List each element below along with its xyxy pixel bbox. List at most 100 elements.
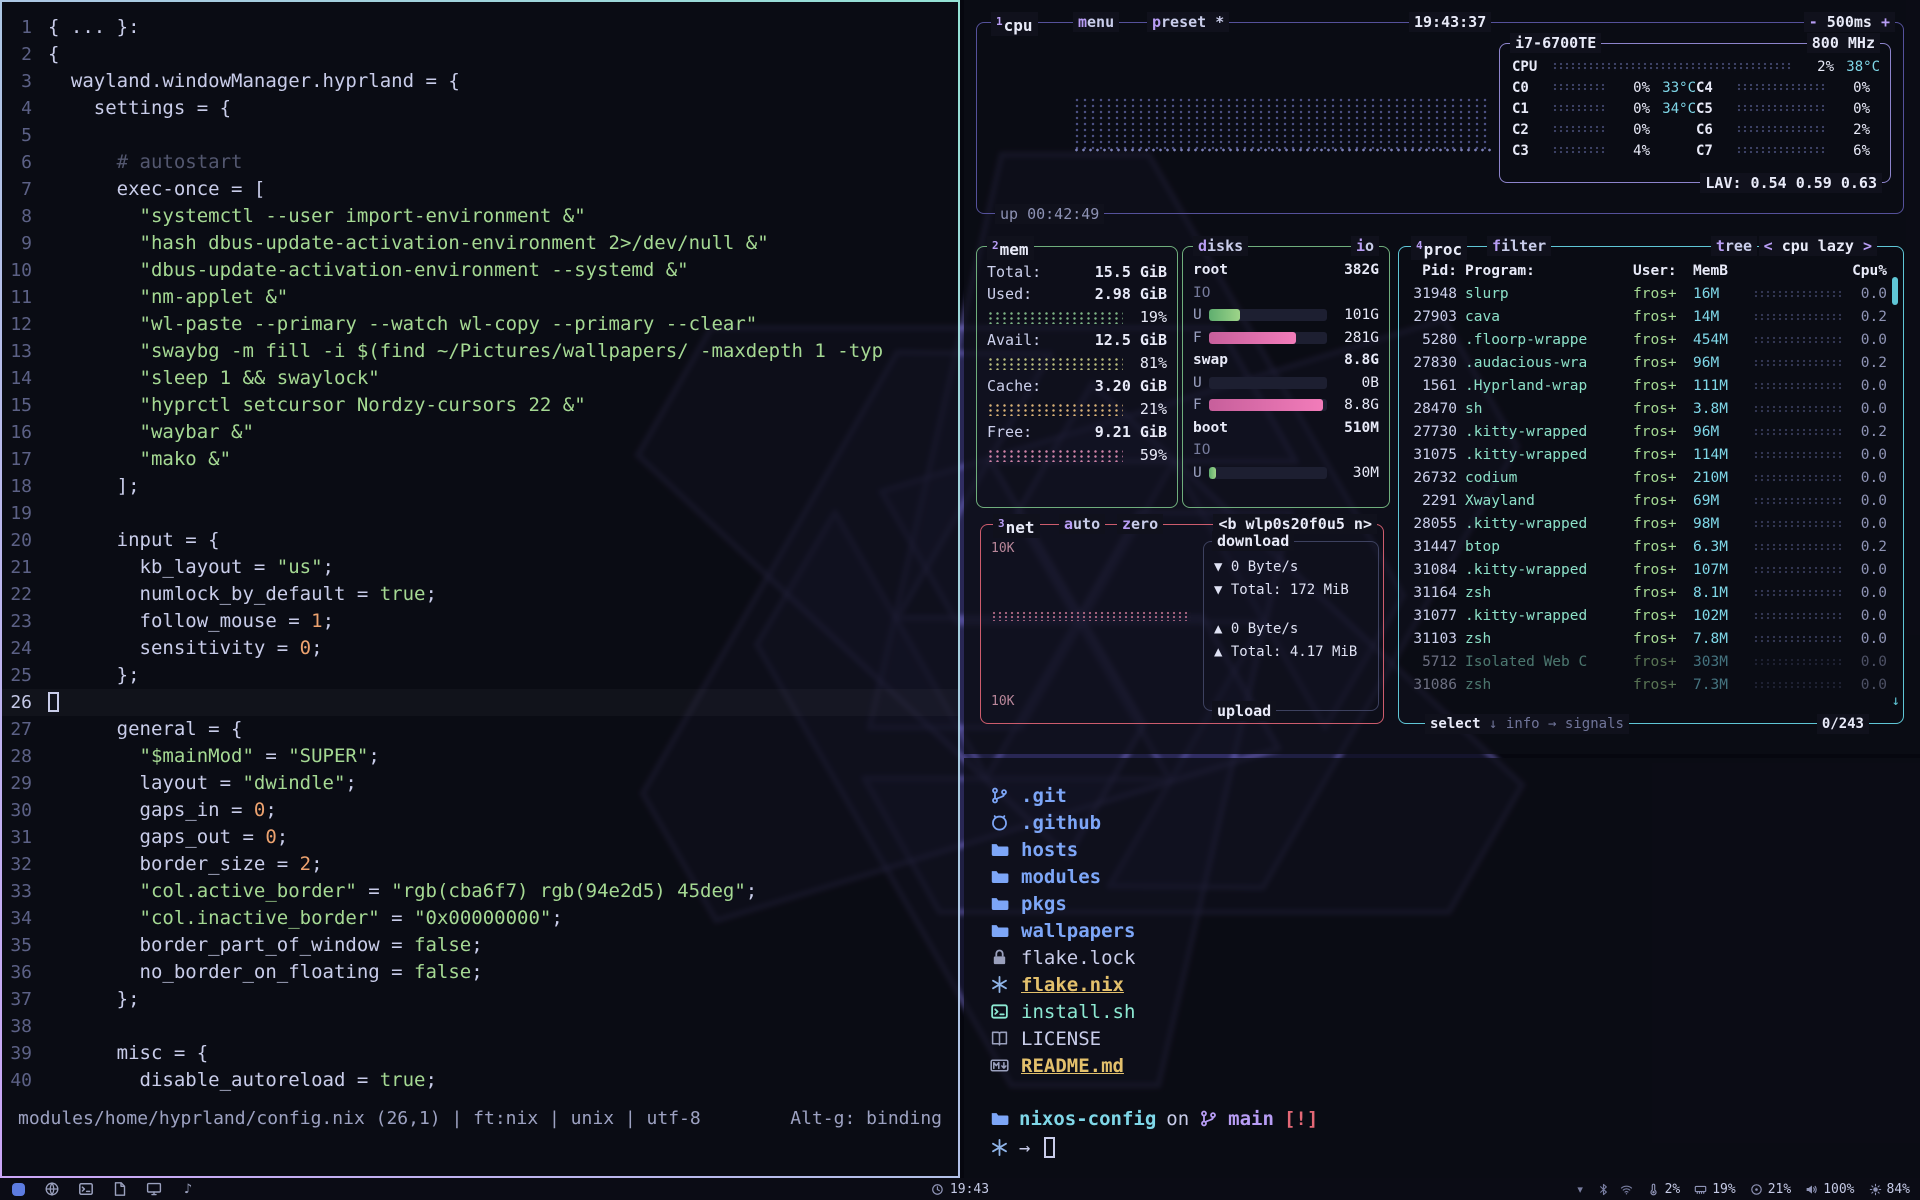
- scroll-down-indicator[interactable]: ↓: [1892, 693, 1900, 709]
- code-line[interactable]: 13 "swaybg -m fill -i $(find ~/Pictures/…: [2, 338, 958, 365]
- code-line[interactable]: 31 gaps_out = 0;: [2, 824, 958, 851]
- status-modules: ▾ 2% 19% 21% 100% 84%: [1574, 1182, 1910, 1197]
- disks-box-title[interactable]: disks: [1193, 236, 1248, 256]
- process-scrollbar[interactable]: [1892, 277, 1898, 305]
- brightness-module[interactable]: 84%: [1869, 1182, 1910, 1197]
- process-row[interactable]: 31103zshfros+7.8M0.0: [1409, 627, 1887, 650]
- code-line[interactable]: 4 settings = {: [2, 95, 958, 122]
- code-line[interactable]: 25 };: [2, 662, 958, 689]
- sort-right-arrow[interactable]: >: [1863, 237, 1872, 255]
- menu-button[interactable]: menu: [1073, 12, 1119, 32]
- workspace-browser[interactable]: [44, 1181, 60, 1197]
- code-line[interactable]: 9 "hash dbus-update-activation-environme…: [2, 230, 958, 257]
- terminal-window[interactable]: .git.githubhostsmodulespkgswallpapersfla…: [964, 758, 1920, 1178]
- code-line[interactable]: 17 "mako &": [2, 446, 958, 473]
- code-line[interactable]: 38: [2, 1013, 958, 1040]
- network-box-title[interactable]: 3net: [993, 514, 1040, 538]
- code-line[interactable]: 5: [2, 122, 958, 149]
- code-line[interactable]: 3 wayland.windowManager.hyprland = {: [2, 68, 958, 95]
- code-line[interactable]: 11 "nm-applet &": [2, 284, 958, 311]
- code-line[interactable]: 20 input = {: [2, 527, 958, 554]
- process-row[interactable]: 27903cavafros+14M0.2: [1409, 305, 1887, 328]
- cpu-box-title[interactable]: 1cpu: [991, 12, 1038, 36]
- code-line[interactable]: 22 numlock_by_default = true;: [2, 581, 958, 608]
- ram-module[interactable]: 19%: [1694, 1182, 1735, 1197]
- process-footer-hints[interactable]: select ↓ info → signals: [1425, 714, 1629, 734]
- process-row[interactable]: 31447btopfros+6.3M0.2: [1409, 535, 1887, 558]
- process-row[interactable]: 31086zshfros+7.3M0.0: [1409, 673, 1887, 696]
- bluetooth-icon[interactable]: [1597, 1183, 1610, 1196]
- process-row[interactable]: 28055.kitty-wrappedfros+98M0.0: [1409, 512, 1887, 535]
- code-line[interactable]: 19: [2, 500, 958, 527]
- preset-button[interactable]: preset *: [1147, 12, 1229, 32]
- workspace-terminal[interactable]: [78, 1181, 94, 1197]
- code-line[interactable]: 32 border_size = 2;: [2, 851, 958, 878]
- disk-module[interactable]: 21%: [1750, 1182, 1791, 1197]
- code-line[interactable]: 27 general = {: [2, 716, 958, 743]
- code-line[interactable]: 10 "dbus-update-activation-environment -…: [2, 257, 958, 284]
- process-row[interactable]: 31164zshfros+8.1M0.0: [1409, 581, 1887, 604]
- process-row[interactable]: 27730.kitty-wrappedfros+96M0.2: [1409, 420, 1887, 443]
- memory-box-title[interactable]: 2mem: [987, 236, 1034, 260]
- interval-decrease-button[interactable]: -: [1809, 13, 1818, 31]
- process-row[interactable]: 31075.kitty-wrappedfros+114M0.0: [1409, 443, 1887, 466]
- wifi-icon[interactable]: [1620, 1183, 1633, 1196]
- process-row[interactable]: 5280.floorp-wrappefros+454M0.0: [1409, 328, 1887, 351]
- filter-button[interactable]: filter: [1487, 236, 1551, 256]
- sort-column-selector[interactable]: < cpu lazy >: [1759, 236, 1877, 256]
- code-line[interactable]: 15 "hyprctl setcursor Nordzy-cursors 22 …: [2, 392, 958, 419]
- code-line[interactable]: 14 "sleep 1 && swaylock": [2, 365, 958, 392]
- chevron-down-icon[interactable]: ▾: [1574, 1183, 1587, 1196]
- code-line[interactable]: 12 "wl-paste --primary --watch wl-copy -…: [2, 311, 958, 338]
- btop-window[interactable]: 1cpu menu preset * 19:43:37 - 500ms + i7…: [964, 0, 1920, 754]
- code-line[interactable]: 35 border_part_of_window = false;: [2, 932, 958, 959]
- code-line[interactable]: 1{ ... }:: [2, 14, 958, 41]
- sort-left-arrow[interactable]: <: [1764, 237, 1773, 255]
- net-zero-toggle[interactable]: zero: [1117, 514, 1163, 534]
- code-line[interactable]: 40 disable_autoreload = true;: [2, 1067, 958, 1094]
- interval-increase-button[interactable]: +: [1881, 13, 1890, 31]
- code-line[interactable]: 39 misc = {: [2, 1040, 958, 1067]
- editor-window[interactable]: 1{ ... }:2{3 wayland.windowManager.hyprl…: [0, 0, 960, 1178]
- code-line[interactable]: 2{: [2, 41, 958, 68]
- process-row[interactable]: 5712Isolated Web Cfros+303M0.0: [1409, 650, 1887, 673]
- process-box-title[interactable]: 4proc: [1411, 236, 1467, 260]
- code-line[interactable]: 28 "$mainMod" = "SUPER";: [2, 743, 958, 770]
- process-row[interactable]: 26732codiumfros+210M0.0: [1409, 466, 1887, 489]
- process-row[interactable]: 1561.Hyprland-wrapfros+111M0.0: [1409, 374, 1887, 397]
- code-line[interactable]: 18 ];: [2, 473, 958, 500]
- code-line[interactable]: 8 "systemctl --user import-environment &…: [2, 203, 958, 230]
- process-row[interactable]: 2291Xwaylandfros+69M0.0: [1409, 489, 1887, 512]
- code-line[interactable]: 26: [2, 689, 958, 716]
- thermometer-module[interactable]: 2%: [1647, 1182, 1681, 1197]
- update-interval-control[interactable]: - 500ms +: [1804, 12, 1895, 32]
- code-line[interactable]: 36 no_border_on_floating = false;: [2, 959, 958, 986]
- code-line[interactable]: 24 sensitivity = 0;: [2, 635, 958, 662]
- process-row[interactable]: 27830.audacious-wrafros+96M0.2: [1409, 351, 1887, 374]
- code-line[interactable]: 34 "col.inactive_border" = "0x00000000";: [2, 905, 958, 932]
- code-area[interactable]: 1{ ... }:2{3 wayland.windowManager.hyprl…: [2, 14, 958, 1105]
- code-line[interactable]: 37 };: [2, 986, 958, 1013]
- workspace-nix-square[interactable]: [10, 1181, 26, 1197]
- volume-module[interactable]: 100%: [1805, 1182, 1854, 1197]
- code-line[interactable]: 33 "col.active_border" = "rgb(cba6f7) rg…: [2, 878, 958, 905]
- tree-toggle[interactable]: tree: [1711, 236, 1757, 256]
- code-line[interactable]: 6 # autostart: [2, 149, 958, 176]
- io-toggle[interactable]: io: [1351, 236, 1379, 256]
- shell-input-line[interactable]: →: [990, 1134, 1894, 1161]
- code-line[interactable]: 29 layout = "dwindle";: [2, 770, 958, 797]
- process-row[interactable]: 31948slurpfros+16M0.0: [1409, 282, 1887, 305]
- code-line[interactable]: 16 "waybar &": [2, 419, 958, 446]
- net-auto-toggle[interactable]: auto: [1059, 514, 1105, 534]
- process-row[interactable]: 28470shfros+3.8M0.0: [1409, 397, 1887, 420]
- code-line[interactable]: 7 exec-once = [: [2, 176, 958, 203]
- clock-module[interactable]: 19:43: [931, 1182, 989, 1197]
- process-row[interactable]: 31084.kitty-wrappedfros+107M0.0: [1409, 558, 1887, 581]
- process-row[interactable]: 31077.kitty-wrappedfros+102M0.0: [1409, 604, 1887, 627]
- workspace-monitor[interactable]: [146, 1181, 162, 1197]
- workspace-music[interactable]: ♪: [180, 1181, 196, 1197]
- code-line[interactable]: 21 kb_layout = "us";: [2, 554, 958, 581]
- code-line[interactable]: 30 gaps_in = 0;: [2, 797, 958, 824]
- workspace-document[interactable]: [112, 1181, 128, 1197]
- code-line[interactable]: 23 follow_mouse = 1;: [2, 608, 958, 635]
